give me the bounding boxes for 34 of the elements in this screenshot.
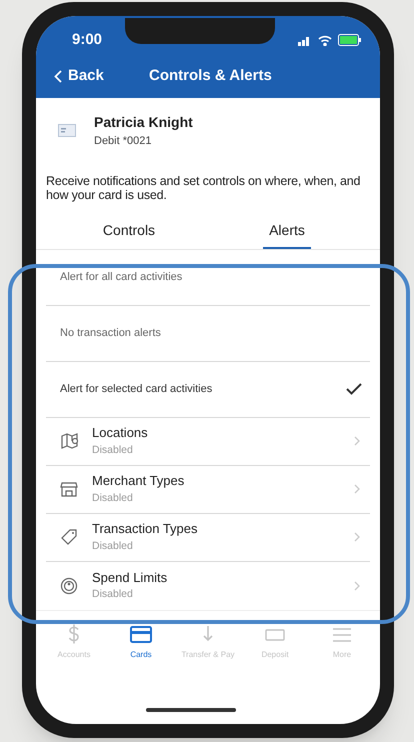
map-icon <box>60 432 78 450</box>
screen-title: Controls & Alerts <box>149 66 272 86</box>
tab[interactable]: Controls <box>96 220 162 248</box>
cardholder-name: Patricia Knight <box>94 113 193 132</box>
control-status: Disabled <box>92 442 134 458</box>
control-status: Disabled <box>92 538 134 554</box>
control-status: Disabled <box>92 490 134 506</box>
control-status: Disabled <box>92 587 134 602</box>
chevron-right-icon <box>354 436 360 446</box>
control-title[interactable]: Spend Limits <box>92 568 340 588</box>
control-title[interactable]: Transaction Types <box>92 519 340 539</box>
alert-option[interactable]: Alert for selected card activities <box>46 362 370 418</box>
tab[interactable]: Alerts <box>263 220 311 248</box>
gauge-icon <box>60 576 78 594</box>
alert-option[interactable]: Alert for all card activities <box>46 250 370 306</box>
signal-icon <box>298 34 312 46</box>
chevron-right-icon <box>354 580 360 590</box>
control-title[interactable]: Merchant Types <box>92 471 340 491</box>
chevron-left-icon <box>54 70 62 82</box>
back-button[interactable]: Back <box>54 64 104 88</box>
chevron-right-icon <box>354 532 360 542</box>
alert-option[interactable]: No transaction alerts <box>46 306 370 362</box>
tag-icon <box>60 528 78 546</box>
battery-icon <box>338 34 362 46</box>
card-number: Debit *0021 <box>94 134 152 149</box>
description-text: Receive notifications and set controls on where, when, and how your card is used. <box>45 172 362 202</box>
chevron-right-icon <box>354 484 360 494</box>
wifi-icon <box>318 34 332 46</box>
status-time: 9:00 <box>71 30 102 50</box>
control-title[interactable]: Locations <box>92 423 340 443</box>
card-icon <box>58 124 76 138</box>
store-icon <box>60 480 78 498</box>
tab-bar-item[interactable]: Cards <box>109 622 173 660</box>
checkmark-icon <box>346 383 362 395</box>
